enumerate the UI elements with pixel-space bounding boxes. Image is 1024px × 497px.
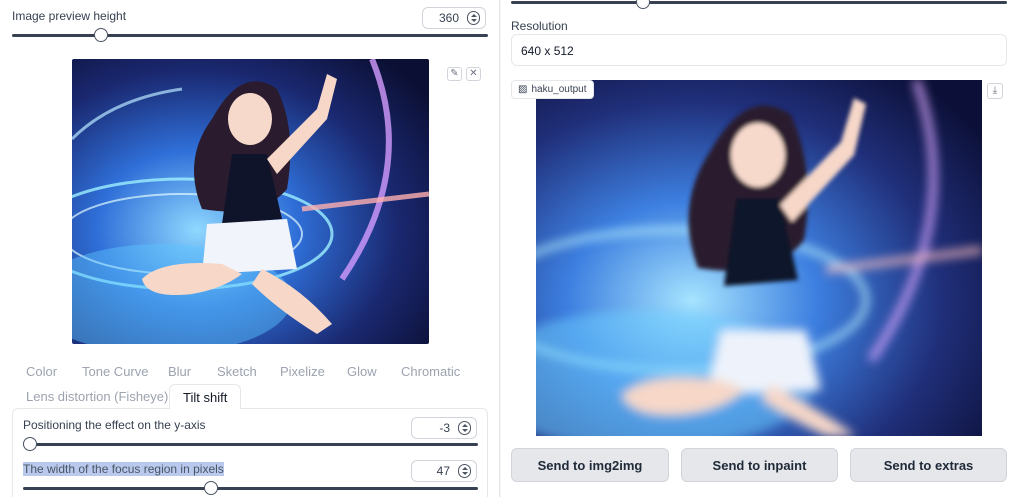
y-axis-label: Positioning the effect on the y-axis — [23, 418, 206, 432]
tab-tone-curve[interactable]: Tone Curve — [82, 364, 148, 379]
spinner-icon[interactable] — [458, 421, 471, 435]
spinner-icon[interactable] — [467, 11, 480, 25]
preview-height-value: 360 — [438, 11, 459, 25]
focus-width-label-text: The width of the focus region in pixels — [23, 462, 224, 476]
anime-girl-image — [72, 59, 429, 344]
resolution-field[interactable]: 640 x 512 — [511, 34, 1007, 66]
y-axis-input[interactable]: -3 — [411, 417, 477, 439]
tab-lens-distortion[interactable]: Lens distortion (Fisheye) — [26, 389, 168, 404]
preview-height-label: Image preview height — [12, 9, 127, 23]
spinner-icon[interactable] — [458, 464, 471, 478]
focus-width-slider-track[interactable] — [23, 487, 478, 490]
tab-chromatic[interactable]: Chromatic — [401, 364, 460, 379]
tab-sketch[interactable]: Sketch — [217, 364, 257, 379]
close-icon[interactable]: ✕ — [466, 67, 481, 81]
anime-girl-output-image — [536, 80, 982, 436]
send-to-inpaint-button[interactable]: Send to inpaint — [681, 448, 838, 482]
download-icon[interactable]: ⤓ — [987, 83, 1003, 99]
tab-tilt-shift[interactable]: Tilt shift — [169, 384, 242, 409]
image-icon: ▨ — [518, 84, 528, 95]
output-label: ▨ haku_output — [511, 80, 594, 99]
tab-glow[interactable]: Glow — [347, 364, 377, 379]
send-to-img2img-button[interactable]: Send to img2img — [511, 448, 669, 482]
y-axis-slider-track[interactable] — [23, 443, 478, 446]
focus-width-label: The width of the focus region in pixels — [23, 462, 224, 476]
output-label-text: haku_output — [531, 84, 587, 95]
tab-blur[interactable]: Blur — [168, 364, 191, 379]
send-to-extras-button[interactable]: Send to extras — [850, 448, 1007, 482]
pencil-icon[interactable]: ✎ — [447, 67, 462, 81]
preview-height-slider-track[interactable] — [12, 34, 488, 37]
tab-color[interactable]: Color — [26, 364, 57, 379]
preview-height-input[interactable]: 360 — [422, 7, 486, 29]
output-image[interactable] — [536, 80, 982, 436]
preview-height-slider-thumb[interactable] — [94, 28, 108, 42]
left-panel: Image preview height 360 ✎ ✕ Color Tone … — [0, 0, 500, 497]
top-slider-track[interactable] — [511, 1, 1007, 4]
focus-width-slider-thumb[interactable] — [204, 481, 218, 495]
y-axis-value: -3 — [439, 421, 450, 435]
tab-pixelize[interactable]: Pixelize — [280, 364, 325, 379]
resolution-label: Resolution — [511, 19, 568, 33]
focus-width-value: 47 — [436, 464, 450, 478]
focus-width-input[interactable]: 47 — [411, 460, 477, 482]
y-axis-slider-thumb[interactable] — [23, 437, 37, 451]
input-image[interactable] — [72, 59, 429, 344]
